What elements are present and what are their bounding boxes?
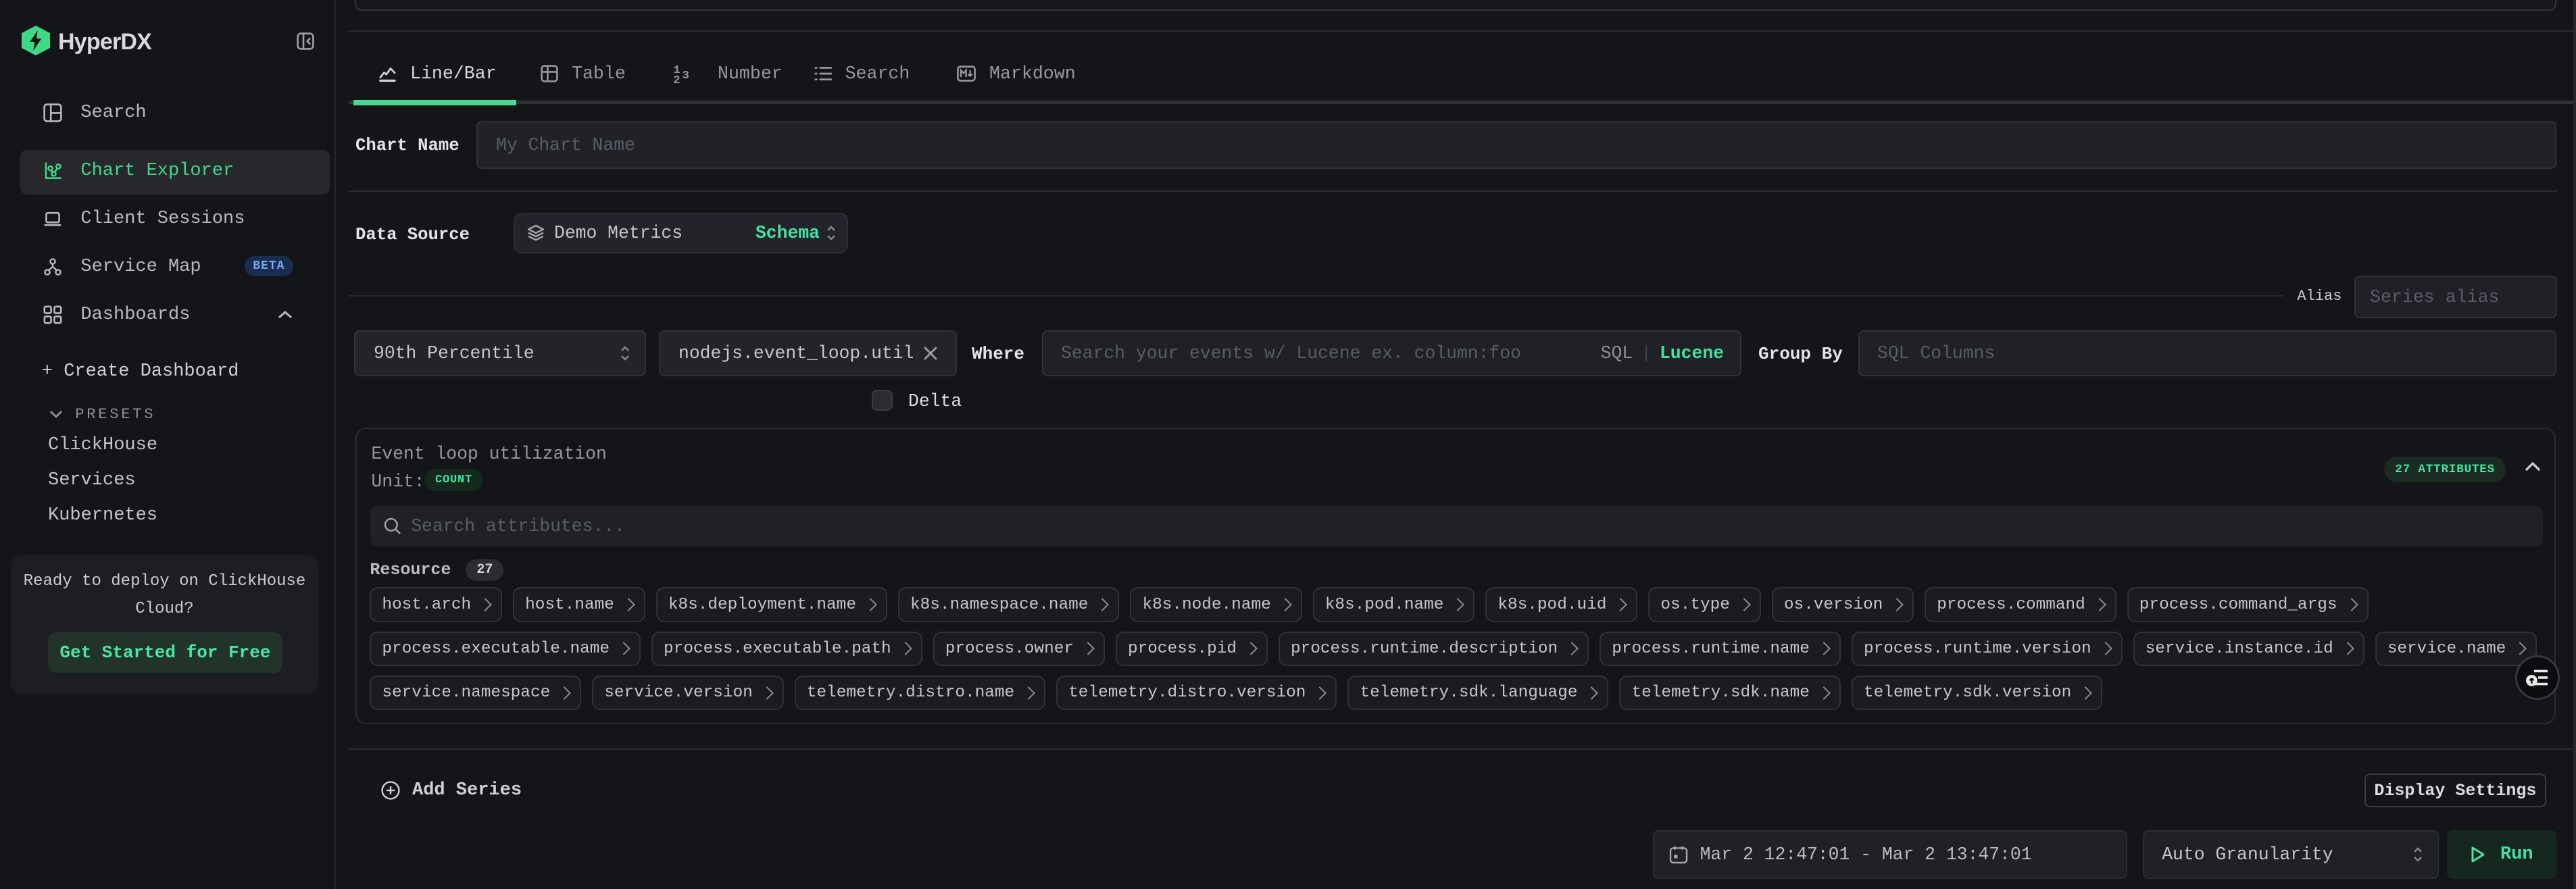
svg-text:2: 2 [673,74,680,83]
svg-text:3: 3 [683,70,689,82]
